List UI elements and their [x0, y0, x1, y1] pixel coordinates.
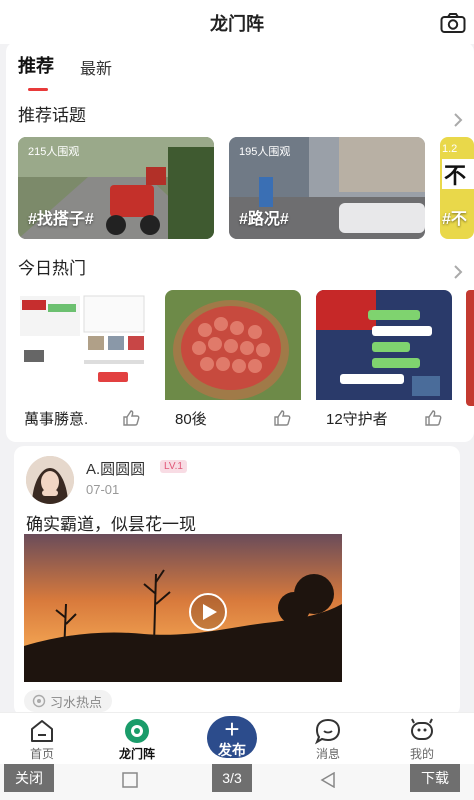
system-nav-bar: 关闭 3/3 下载	[0, 764, 474, 800]
hot-card[interactable]: 80後	[165, 290, 301, 436]
post-video[interactable]	[24, 534, 342, 682]
topic-tag: #找搭子#	[28, 211, 94, 228]
level-badge: LV.1	[160, 460, 187, 473]
hot-title: 80後	[175, 411, 207, 428]
post-card[interactable]: A.圆圆圆 LV.1 07-01 确实霸道，似昙花一现 习水热点	[14, 446, 460, 716]
thumbs-up-icon[interactable]	[273, 410, 291, 426]
close-button[interactable]: 关闭	[4, 764, 54, 792]
post-tag: 习水热点	[50, 694, 103, 710]
tab-latest[interactable]: 最新	[80, 52, 112, 79]
hot-thumbnail	[165, 290, 301, 400]
hot-title: 12守护者	[326, 411, 388, 428]
feed-tabs: 推荐 最新	[18, 52, 112, 91]
chevron-right-icon[interactable]	[452, 264, 464, 280]
avatar[interactable]	[26, 456, 74, 504]
page-indicator: 3/3	[212, 764, 252, 792]
camera-icon[interactable]	[440, 12, 466, 34]
thumbs-up-icon[interactable]	[122, 410, 140, 426]
hot-card[interactable]: 萬事勝意.	[14, 290, 150, 436]
post-username[interactable]: A.圆圆圆	[86, 458, 145, 479]
play-icon[interactable]	[188, 592, 228, 632]
eye-icon	[32, 694, 46, 708]
topic-card[interactable]: 195人围观 #路况#	[229, 137, 425, 239]
topic-tag: #路况#	[239, 211, 289, 228]
topics-section-title: 推荐话题	[18, 106, 86, 125]
hot-card[interactable]: 12守护者	[316, 290, 452, 436]
hot-card-peek	[466, 290, 474, 406]
home-icon	[31, 720, 53, 742]
topic-tag-chip[interactable]: 习水热点	[24, 690, 113, 712]
thumbs-up-icon[interactable]	[424, 410, 442, 426]
hot-title: 萬事勝意.	[24, 411, 89, 428]
topic-card[interactable]: 215人围观 #找搭子#	[18, 137, 214, 239]
back-triangle-icon[interactable]	[320, 772, 336, 788]
hot-thumbnail	[14, 290, 150, 400]
tab-home-label: 首页	[29, 747, 54, 761]
tab-home[interactable]: 首页	[12, 713, 72, 762]
square-nav-icon[interactable]	[122, 772, 138, 788]
tab-mine[interactable]: 我的	[392, 713, 452, 762]
topic-viewers: 215人围观	[28, 146, 80, 158]
tab-longmenzhen-label: 龙门阵	[118, 747, 155, 761]
longmenzhen-icon	[125, 719, 149, 743]
publish-label: 发布	[218, 742, 246, 758]
page-title: 龙门阵	[210, 14, 264, 34]
svg-text:不: 不	[444, 164, 466, 189]
tab-mine-label: 我的	[409, 747, 434, 761]
topic-card[interactable]: 不 1.2 #不	[440, 137, 474, 239]
tab-messages[interactable]: 消息	[298, 713, 358, 762]
profile-icon	[411, 718, 433, 740]
download-button[interactable]: 下载	[410, 764, 460, 792]
app-header: 龙门阵	[0, 0, 474, 44]
publish-button[interactable]: + 发布	[207, 716, 257, 758]
post-date: 07-01	[86, 482, 120, 497]
hot-thumbnail	[316, 290, 452, 400]
post-text: 确实霸道，似昙花一现	[26, 515, 196, 534]
topic-tag: #不	[442, 211, 467, 228]
hot-section-title: 今日热门	[18, 259, 86, 278]
tab-recommend[interactable]: 推荐	[18, 52, 54, 91]
message-icon	[314, 718, 341, 745]
chevron-right-icon[interactable]	[452, 112, 464, 128]
plus-icon: +	[224, 714, 240, 744]
tab-messages-label: 消息	[315, 747, 340, 761]
tab-longmenzhen[interactable]: 龙门阵	[107, 713, 167, 762]
topic-viewers: 1.2	[442, 143, 458, 155]
topic-viewers: 195人围观	[239, 146, 291, 158]
